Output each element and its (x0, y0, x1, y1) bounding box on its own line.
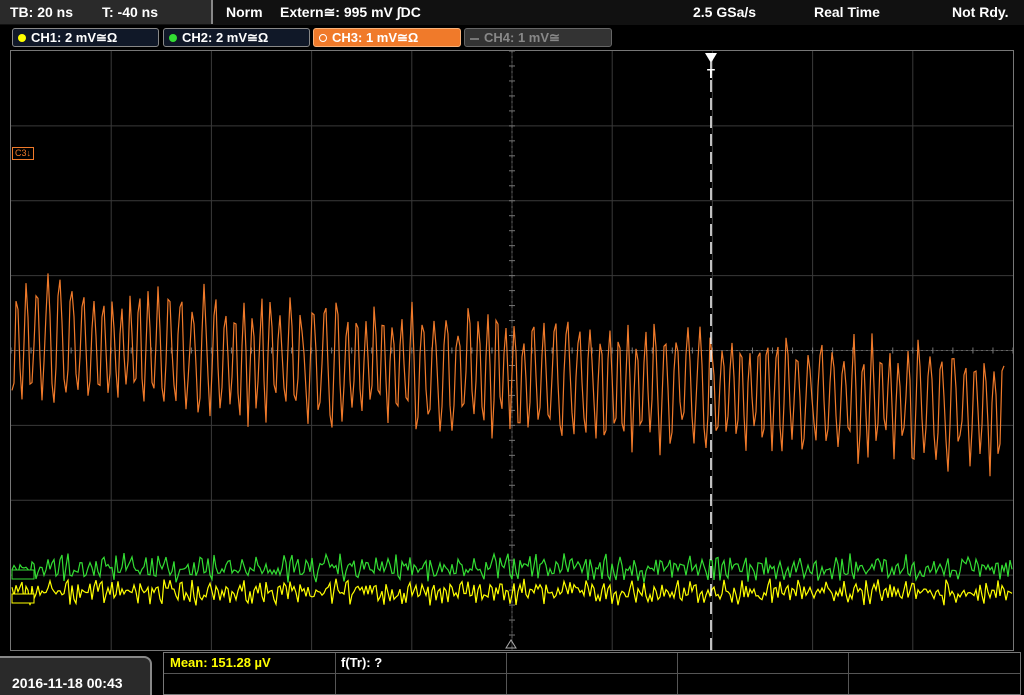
channel-3-offset-marker[interactable]: C3↓ (12, 147, 35, 160)
trigger-frequency-measurement: f(Tr): ? (341, 655, 383, 670)
center-position-icon (505, 639, 517, 649)
mean-measurement: Mean: 151.28 µV (170, 655, 271, 670)
measurement-column-divider (335, 653, 336, 694)
measurement-column-divider (677, 653, 678, 694)
channel-1-offset-marker (11, 593, 35, 604)
trigger-marker-label: T (707, 66, 715, 81)
waveform-plot: T (10, 50, 1014, 651)
measurement-divider (164, 673, 1020, 674)
measurement-column-divider (506, 653, 507, 694)
datetime-label: 2016-11-18 00:43 (12, 675, 123, 691)
channel-3-marker-label: C3 (15, 148, 27, 158)
measurement-column-divider (848, 653, 849, 694)
trigger-arrow-icon (705, 53, 717, 63)
measurement-table[interactable]: Mean: 151.28 µV f(Tr): ? (163, 652, 1021, 695)
channel-3-waveform (11, 273, 1005, 477)
datetime-box: 2016-11-18 00:43 (0, 656, 152, 695)
channel-2-offset-marker (11, 569, 35, 580)
